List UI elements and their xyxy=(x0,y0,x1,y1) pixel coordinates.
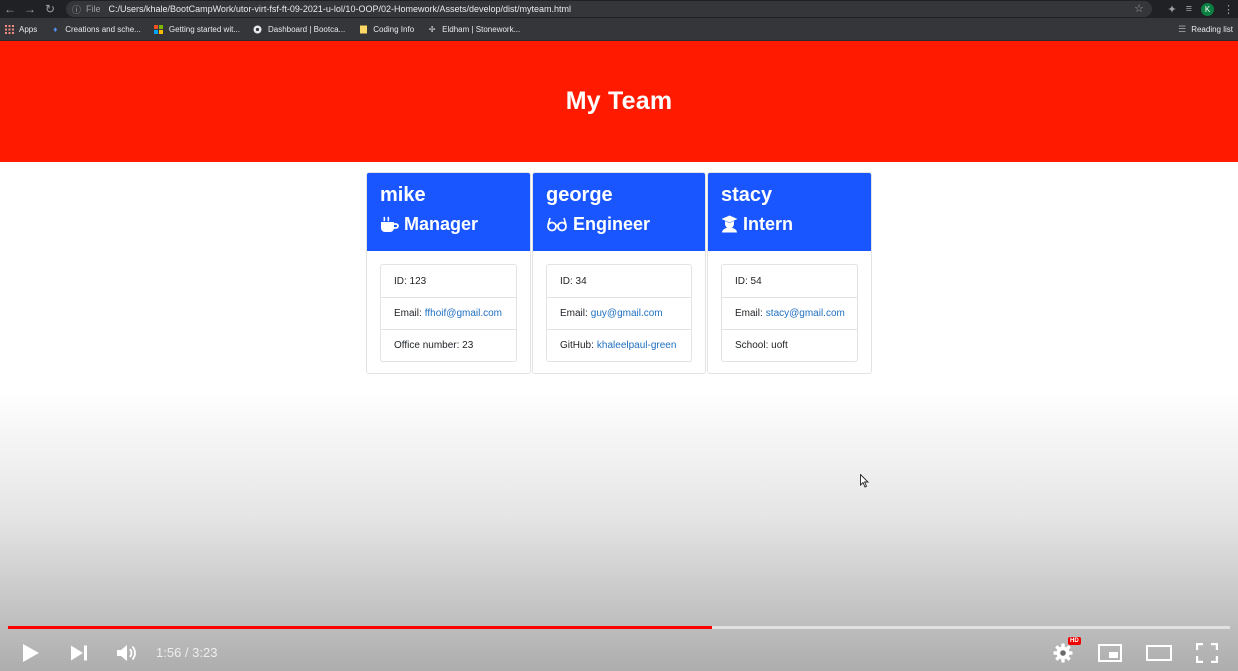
bookmark-coding-info[interactable]: Coding Info xyxy=(358,24,414,34)
bookmarks-bar: Apps ♦ Creations and sche... Getting sta… xyxy=(0,18,1238,41)
url-text[interactable]: C:/Users/khale/BootCampWork/utor-virt-fs… xyxy=(109,4,572,14)
card-header: stacy Intern xyxy=(708,173,871,251)
profile-avatar[interactable]: K xyxy=(1201,2,1214,16)
bookmark-dashboard[interactable]: Dashboard | Bootca... xyxy=(253,24,345,34)
bookmark-label: Getting started wit... xyxy=(168,24,240,34)
next-icon[interactable] xyxy=(66,634,92,671)
forward-arrow-icon[interactable]: → xyxy=(20,0,40,18)
id-item: ID: 34 xyxy=(560,275,587,287)
bookmark-label: Coding Info xyxy=(373,24,415,34)
details-list: ID: 123 Email: ffhoif@gmail.com Office n… xyxy=(380,264,517,362)
github-label: GitHub: xyxy=(560,340,594,351)
bookmark-icon: ♦ xyxy=(53,24,58,34)
microsoft-icon xyxy=(154,24,164,34)
file-label: File xyxy=(86,4,101,14)
menu-kebab-icon[interactable]: ⋮ xyxy=(1223,3,1234,16)
video-progress-fill xyxy=(8,626,712,629)
email-item: Email: stacy@gmail.com xyxy=(722,297,857,329)
card-header: george Engineer xyxy=(533,173,705,251)
email-link[interactable]: guy@gmail.com xyxy=(591,308,663,319)
card-body: ID: 34 Email: guy@gmail.com GitHub: khal… xyxy=(533,251,705,362)
miniplayer-icon[interactable] xyxy=(1097,634,1123,671)
bookmark-label: Creations and sche... xyxy=(65,24,141,34)
role-label: Engineer xyxy=(573,214,651,234)
employee-card-intern: stacy Intern ID: 54 Email: stacy@gmail.c… xyxy=(707,172,872,374)
extensions-puzzle-icon[interactable]: ✦ xyxy=(1167,3,1176,16)
video-time: 1:56 / 3:23 xyxy=(156,645,218,660)
card-header: mike Manager xyxy=(367,173,530,251)
site-icon: ✢ xyxy=(428,24,436,34)
email-item: Email: guy@gmail.com xyxy=(547,297,691,329)
school-item: School: uoft xyxy=(722,329,857,361)
email-item: Email: ffhoif@gmail.com xyxy=(381,297,516,329)
card-body: ID: 123 Email: ffhoif@gmail.com Office n… xyxy=(367,251,530,362)
id-item: ID: 123 xyxy=(394,275,427,287)
graduate-icon xyxy=(721,215,738,233)
reading-list-icon: ☰ xyxy=(1178,24,1187,34)
team-header: My Team xyxy=(0,41,1238,162)
globe-icon xyxy=(253,24,263,34)
employee-card-manager: mike Manager ID: 123 Email: ffhoif@gmail… xyxy=(366,172,531,374)
card-body: ID: 54 Email: stacy@gmail.com School: uo… xyxy=(708,251,871,362)
email-link[interactable]: ffhoif@gmail.com xyxy=(425,308,502,319)
toolbar-actions: ✦ ≡ K ⋮ xyxy=(1167,0,1234,18)
info-icon[interactable]: ⓘ xyxy=(72,3,81,16)
github-link[interactable]: khaleelpaul-green xyxy=(597,340,677,351)
employee-name: mike xyxy=(380,184,426,206)
reading-list-button[interactable]: ☰ Reading list xyxy=(1178,18,1233,41)
employee-role: Intern xyxy=(721,213,858,235)
page-title: My Team xyxy=(565,87,673,115)
glasses-icon xyxy=(547,217,567,232)
github-item: GitHub: khaleelpaul-green xyxy=(547,329,691,361)
bookmark-apps[interactable]: Apps xyxy=(4,24,37,34)
bookmark-creations[interactable]: ♦ Creations and sche... xyxy=(50,24,141,34)
details-list: ID: 34 Email: guy@gmail.com GitHub: khal… xyxy=(546,264,692,362)
video-controls: 1:56 / 3:23 HD xyxy=(0,634,1238,671)
video-progress-bar[interactable] xyxy=(8,626,1230,629)
email-label: Email: xyxy=(735,308,763,319)
employee-role: Manager xyxy=(380,213,517,235)
play-icon[interactable] xyxy=(18,634,44,671)
address-bar[interactable]: ⓘ File C:/Users/khale/BootCampWork/utor-… xyxy=(66,1,1152,17)
employee-card-engineer: george Engineer ID: 34 Email: guy@gmail.… xyxy=(532,172,706,374)
bookmark-getting-started[interactable]: Getting started wit... xyxy=(154,24,240,34)
employee-name: stacy xyxy=(721,184,773,206)
bookmark-label: Eldham | Stonework... xyxy=(442,24,521,34)
details-list: ID: 54 Email: stacy@gmail.com School: uo… xyxy=(721,264,858,362)
back-arrow-icon[interactable]: ← xyxy=(0,0,20,18)
apps-grid-icon xyxy=(4,24,14,34)
office-number-item: Office number: 23 xyxy=(381,329,516,361)
email-link[interactable]: stacy@gmail.com xyxy=(766,308,845,319)
volume-icon[interactable] xyxy=(114,634,140,671)
mouse-cursor-icon xyxy=(860,474,870,488)
bookmark-star-icon[interactable]: ☆ xyxy=(1134,2,1144,15)
id-item: ID: 54 xyxy=(735,275,762,287)
role-label: Manager xyxy=(404,214,479,234)
team-cards: mike Manager ID: 123 Email: ffhoif@gmail… xyxy=(366,172,872,374)
browser-toolbar: ← → ↻ ⓘ File C:/Users/khale/BootCampWork… xyxy=(0,0,1238,18)
email-label: Email: xyxy=(560,308,588,319)
email-label: Email: xyxy=(394,308,422,319)
role-label: Intern xyxy=(743,214,794,234)
folder-icon xyxy=(358,24,368,34)
reading-list-label: Reading list xyxy=(1191,25,1233,34)
coffee-mug-icon xyxy=(381,216,399,232)
reload-icon[interactable]: ↻ xyxy=(40,0,60,18)
hd-badge: HD xyxy=(1068,637,1081,645)
bookmark-label: Dashboard | Bootca... xyxy=(267,24,346,34)
fullscreen-icon[interactable] xyxy=(1194,634,1220,671)
bookmark-eldham[interactable]: ✢ Eldham | Stonework... xyxy=(427,24,520,34)
theater-mode-icon[interactable] xyxy=(1145,634,1173,671)
media-queue-icon[interactable]: ≡ xyxy=(1186,3,1192,15)
employee-role: Engineer xyxy=(546,213,692,235)
employee-name: george xyxy=(546,184,613,206)
bookmark-label: Apps xyxy=(19,24,38,34)
